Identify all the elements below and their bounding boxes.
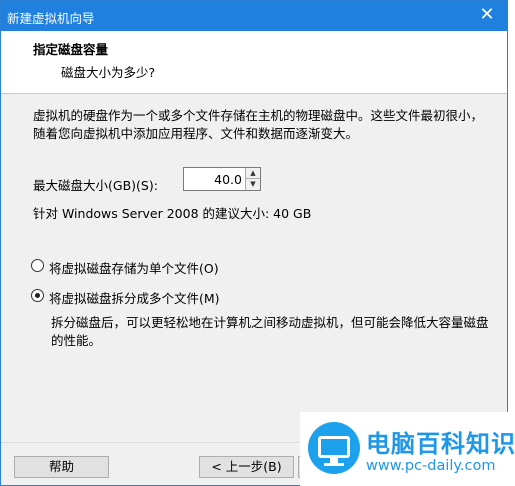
- title-bar: 新建虚拟机向导 ✕: [1, 1, 507, 31]
- help-button[interactable]: 帮助: [14, 456, 109, 478]
- intro-text: 虚拟机的硬盘作为一个或多个文件存储在主机的物理磁盘中。这些文件最初很小，随着您向…: [33, 108, 484, 141]
- page-title: 指定磁盘容量: [33, 42, 109, 57]
- page-subtitle: 磁盘大小为多少?: [61, 65, 156, 80]
- single-file-option[interactable]: 将虚拟磁盘存储为单个文件(O): [31, 258, 251, 276]
- spinner-buttons: ▲ ▼: [245, 168, 260, 190]
- split-files-description: 拆分磁盘后，可以更轻松地在计算机之间移动虚拟机，但可能会降低大容量磁盘的性能。: [51, 315, 489, 348]
- spin-up-icon[interactable]: ▲: [246, 168, 260, 179]
- single-file-radio[interactable]: [31, 259, 44, 272]
- back-button[interactable]: < 上一步(B): [199, 456, 294, 478]
- single-file-label: 将虚拟磁盘存储为单个文件(O): [49, 261, 219, 276]
- watermark-url: www.pc-daily.com: [366, 458, 496, 474]
- watermark-title: 电脑百科知识: [366, 430, 515, 458]
- split-files-option[interactable]: 将虚拟磁盘拆分成多个文件(M): [31, 288, 251, 306]
- split-files-radio[interactable]: [31, 289, 44, 302]
- spin-down-icon[interactable]: ▼: [246, 179, 260, 190]
- recommended-size-text: 针对 Windows Server 2008 的建议大小: 40 GB: [33, 206, 312, 221]
- max-disk-size-input[interactable]: [184, 168, 246, 190]
- window-title: 新建虚拟机向导: [7, 11, 95, 26]
- watermark: 电脑百科知识 www.pc-daily.com: [300, 412, 515, 486]
- monitor-logo-icon: [308, 422, 360, 474]
- max-disk-size-spinner: ▲ ▼: [183, 167, 261, 191]
- split-files-label: 将虚拟磁盘拆分成多个文件(M): [49, 291, 220, 306]
- wizard-header: 指定磁盘容量 磁盘大小为多少?: [1, 31, 507, 94]
- close-icon[interactable]: ✕: [477, 5, 497, 25]
- max-disk-size-label: 最大磁盘大小(GB)(S):: [33, 178, 158, 193]
- wizard-body: 虚拟机的硬盘作为一个或多个文件存储在主机的物理磁盘中。这些文件最初很小，随着您向…: [1, 95, 507, 442]
